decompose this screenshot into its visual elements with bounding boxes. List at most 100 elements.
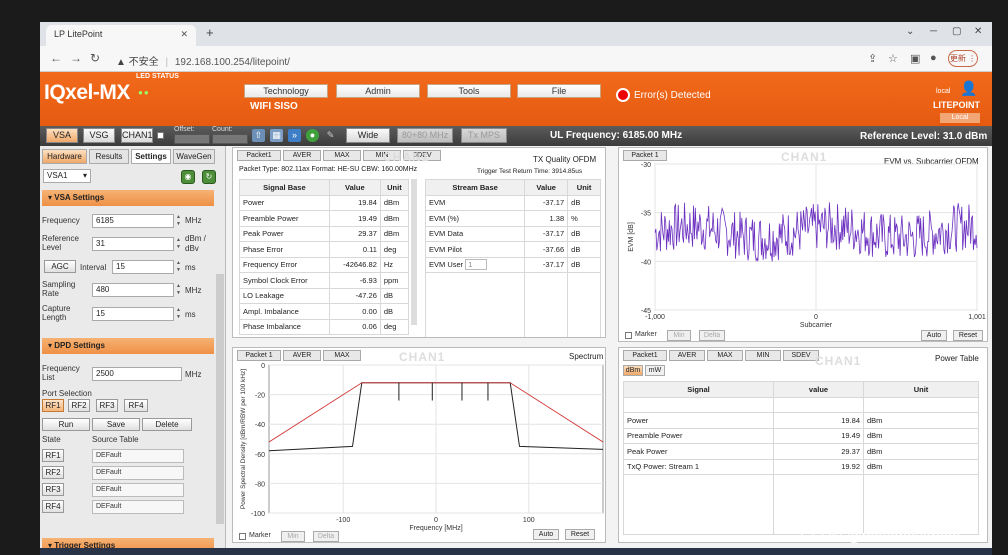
spectrum-reset-button[interactable]: Reset xyxy=(565,529,595,540)
refresh-icon[interactable]: ↻ xyxy=(202,170,216,184)
trigger-return-time: Trigger Test Return Time: 3914.85us xyxy=(477,168,583,175)
state-rf1-button[interactable]: RF1 xyxy=(42,449,64,462)
sidebar-icon[interactable]: ▣ xyxy=(910,52,920,65)
agc-button[interactable]: AGC xyxy=(44,260,76,273)
evm-reset-button[interactable]: Reset xyxy=(953,330,983,341)
tab-wavegen[interactable]: WaveGen xyxy=(173,149,215,164)
delete-button[interactable]: Delete xyxy=(142,418,192,431)
port-rf4-button[interactable]: RF4 xyxy=(124,399,148,412)
port-rf3-button[interactable]: RF3 xyxy=(96,399,118,412)
spectrum-chart[interactable]: 0 -20 -40 -60 -80 -100 -100 0 100 Frequency [MHz]… xyxy=(233,348,606,543)
evm-auto-button[interactable]: Auto xyxy=(921,330,947,341)
calculator-icon[interactable]: ▦ xyxy=(270,129,283,142)
new-tab-icon[interactable]: + xyxy=(206,25,214,40)
profile-icon[interactable]: ● xyxy=(930,52,937,64)
apply-icon[interactable]: ◉ xyxy=(181,170,195,184)
chan-checkbox[interactable] xyxy=(157,132,164,139)
chevron-down-icon[interactable]: ⌄ xyxy=(906,26,914,37)
tab-settings[interactable]: Settings xyxy=(131,149,171,164)
evm-user-select[interactable]: 1 xyxy=(465,259,488,271)
back-icon[interactable]: ← xyxy=(50,51,62,65)
spectrum-delta-button[interactable]: Delta xyxy=(313,531,339,542)
table-row: Preamble Power 19.49 dBm xyxy=(239,210,410,227)
sampling-input[interactable]: 480 xyxy=(92,283,174,297)
evm-chart[interactable]: -30-35-40-45-1,000 0 1,001SubcarrierEVM [d… xyxy=(619,148,988,342)
spectrum-marker-checkbox[interactable] xyxy=(239,533,246,540)
txq-tab-max[interactable]: MAX xyxy=(323,150,361,161)
offset-field[interactable] xyxy=(174,134,210,144)
reflevel-stepper[interactable]: ▲ ▼ xyxy=(175,237,182,251)
spectrum-auto-button[interactable]: Auto xyxy=(533,529,559,540)
menu-tools[interactable]: Tools xyxy=(427,84,511,98)
vsa-button[interactable]: VSA xyxy=(46,128,78,143)
power-tab-min[interactable]: MIN xyxy=(745,350,781,361)
url-field[interactable]: ▲ 不安全 | 192.168.100.254/litepoint/ xyxy=(116,53,290,68)
evm-marker-checkbox[interactable] xyxy=(625,332,632,339)
unit-mw-button[interactable]: mW xyxy=(645,365,665,376)
close-tab-icon[interactable]: ✕ xyxy=(180,29,188,40)
tx-mps-button[interactable]: Tx MPS xyxy=(461,128,507,143)
power-tab-packet1[interactable]: Packet1 xyxy=(623,350,667,361)
unit-dbm-button[interactable]: dBm xyxy=(623,365,643,376)
close-window-icon[interactable]: ✕ xyxy=(974,26,982,37)
freqlist-input[interactable]: 2500 xyxy=(92,367,182,381)
reload-icon[interactable]: ↻ xyxy=(90,51,100,65)
frequency-stepper[interactable]: ▲ ▼ xyxy=(175,214,182,228)
pen-icon[interactable]: ✎ xyxy=(324,129,337,142)
wide-button[interactable]: Wide xyxy=(346,128,390,143)
dpd-settings-header[interactable]: ▾ DPD Settings xyxy=(42,338,214,354)
chan-button[interactable]: CHAN1 xyxy=(121,128,153,143)
bookmark-star-icon[interactable]: ☆ xyxy=(888,52,898,65)
port-rf2-button[interactable]: RF2 xyxy=(68,399,90,412)
sampling-stepper[interactable]: ▲ ▼ xyxy=(175,283,182,297)
txq-tab-packet1[interactable]: Packet1 xyxy=(237,150,281,161)
power-tab-max[interactable]: MAX xyxy=(707,350,743,361)
error-status[interactable]: Error(s) Detected xyxy=(634,90,711,101)
signal-table-scrollbar[interactable] xyxy=(411,179,417,325)
mode-8080-button[interactable]: 80+80 MHz xyxy=(397,128,453,143)
source-rf2-field[interactable]: DEFault xyxy=(92,466,184,480)
evm-min-button[interactable]: Min xyxy=(667,330,691,341)
interval-input[interactable]: 15 xyxy=(112,260,174,274)
save-button[interactable]: Save xyxy=(92,418,140,431)
count-field[interactable] xyxy=(212,134,248,144)
menu-technology[interactable]: Technology xyxy=(244,84,328,98)
left-panel-scrollbar[interactable] xyxy=(216,274,224,524)
reflevel-input[interactable]: 31 xyxy=(92,237,174,251)
state-rf4-button[interactable]: RF4 xyxy=(42,500,64,513)
maximize-icon[interactable]: ▢ xyxy=(952,26,961,37)
capture-input[interactable]: 15 xyxy=(92,307,174,321)
tab-results[interactable]: Results xyxy=(89,149,129,164)
power-tab-sdev[interactable]: SDEV xyxy=(783,350,819,361)
user-icon[interactable]: 👤 xyxy=(960,80,977,97)
run-button[interactable]: Run xyxy=(42,418,90,431)
frequency-input[interactable]: 6185 xyxy=(92,214,174,228)
state-rf2-button[interactable]: RF2 xyxy=(42,466,64,479)
state-rf3-button[interactable]: RF3 xyxy=(42,483,64,496)
vsa-select[interactable]: VSA1 ▾ xyxy=(43,169,91,183)
start-icon[interactable]: ● xyxy=(306,129,319,142)
menu-file[interactable]: File xyxy=(517,84,601,98)
port-rf1-button[interactable]: RF1 xyxy=(42,399,64,412)
source-rf3-field[interactable]: DEFault xyxy=(92,483,184,497)
interval-stepper[interactable]: ▲ ▼ xyxy=(175,260,182,274)
share-icon[interactable]: ⇪ xyxy=(868,52,877,65)
minimize-icon[interactable]: ─ xyxy=(930,26,937,37)
browser-tab[interactable]: LP LitePoint ✕ xyxy=(46,25,196,46)
forward-icon[interactable]: → xyxy=(70,51,82,65)
capture-stepper[interactable]: ▲ ▼ xyxy=(175,307,182,321)
upload-icon[interactable]: ⇧ xyxy=(252,129,265,142)
evm-delta-button[interactable]: Delta xyxy=(699,330,725,341)
source-rf1-field[interactable]: DEFault xyxy=(92,449,184,463)
txq-tab-aver[interactable]: AVER xyxy=(283,150,321,161)
tab-hardware[interactable]: Hardware xyxy=(42,149,87,164)
vsa-settings-header[interactable]: ▾ VSA Settings xyxy=(42,190,214,206)
error-indicator-icon[interactable] xyxy=(616,88,630,102)
update-button[interactable]: 更新 ⋮ xyxy=(948,50,978,67)
spectrum-min-button[interactable]: Min xyxy=(281,531,305,542)
power-tab-aver[interactable]: AVER xyxy=(669,350,705,361)
source-rf4-field[interactable]: DEFault xyxy=(92,500,184,514)
menu-admin[interactable]: Admin xyxy=(336,84,420,98)
run-icon[interactable]: » xyxy=(288,129,301,142)
vsg-button[interactable]: VSG xyxy=(83,128,115,143)
